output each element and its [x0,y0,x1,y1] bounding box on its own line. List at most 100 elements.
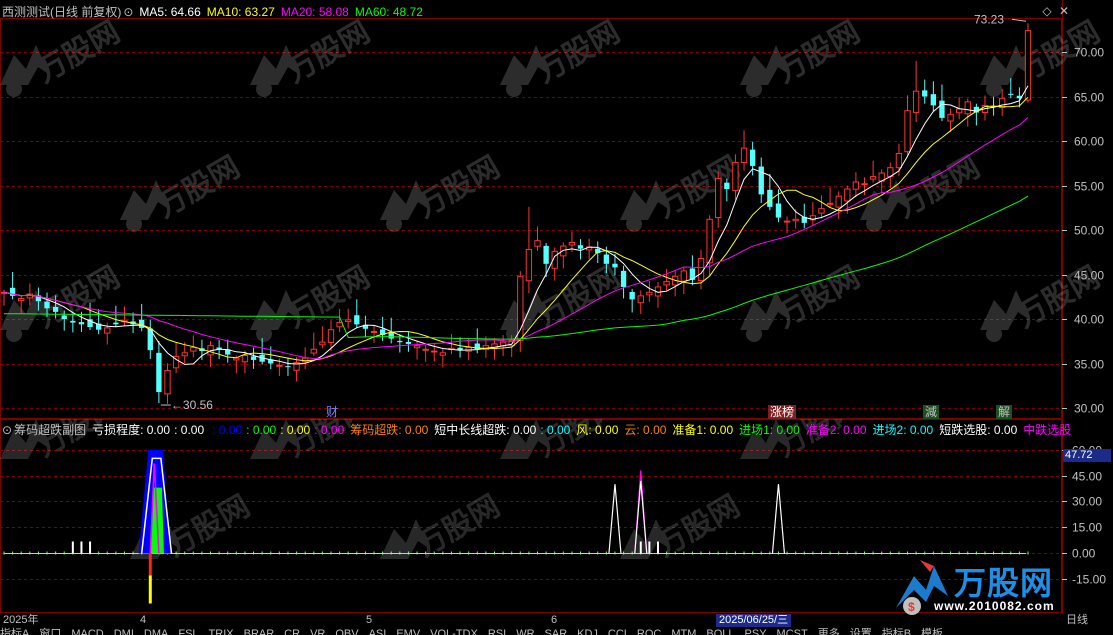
candlestick[interactable] [964,98,971,127]
toolbar-item[interactable]: TRIX [209,628,234,635]
close-icon[interactable]: ✕ [1057,4,1071,18]
candlestick[interactable] [852,172,860,198]
toolbar-item[interactable]: CCI [608,628,627,635]
toolbar-item[interactable]: MCST [777,628,808,635]
candlestick[interactable] [930,81,937,112]
candlestick[interactable] [715,171,722,228]
candlestick[interactable] [422,344,429,362]
candlestick[interactable] [637,290,644,315]
candlestick[interactable] [543,242,549,277]
candlestick[interactable] [121,306,128,326]
toolbar-item[interactable]: 更多 [818,628,840,635]
toolbar-item[interactable]: VR [310,628,325,635]
watermark-icon: 万股网 [980,260,1105,342]
toolbar-item[interactable]: SAR [545,628,568,635]
price-chart[interactable]: 70.0065.0060.0055.0050.0045.0040.0035.00… [0,0,1113,419]
svg-text:万股网: 万股网 [531,15,625,89]
candlestick[interactable] [525,206,533,294]
toolbar-item[interactable]: 设置 [850,628,872,635]
candlestick[interactable] [689,255,696,286]
candlestick[interactable] [939,84,945,122]
toolbar-item[interactable]: KDJ [577,628,598,635]
candlestick[interactable] [629,288,635,313]
indicator-label: 短中长线超跌: 0.00 [434,423,537,437]
candlestick[interactable] [139,303,145,332]
event-tag-top-gainer[interactable]: 涨榜 [768,405,797,419]
toolbar-item[interactable]: PSY [745,628,767,635]
candlestick[interactable] [250,347,257,369]
candlestick[interactable] [259,338,265,365]
toolbar-item[interactable]: FSL [178,628,198,635]
toolbar-item[interactable]: DMI [114,628,134,635]
toolbar-item[interactable]: DMA [144,628,168,635]
candlestick[interactable] [672,270,679,297]
candlestick[interactable] [0,289,8,306]
candlestick[interactable] [740,130,748,171]
stock-title[interactable]: 西测测试(日线 前复权) [2,3,121,21]
candlestick[interactable] [869,160,877,183]
candlestick[interactable] [904,95,911,156]
candlestick[interactable] [457,337,463,358]
candlestick[interactable] [646,281,653,302]
candlestick[interactable] [809,201,817,225]
candlestick[interactable] [156,340,162,404]
toolbar-item[interactable]: ROC [637,628,661,635]
candlestick[interactable] [319,326,326,349]
candlestick[interactable] [147,319,153,359]
sub-menu-icon[interactable]: ⊙ [2,421,12,439]
toolbar-item[interactable]: 指标A [0,628,29,635]
candlestick[interactable] [663,269,670,291]
dropdown-icon[interactable]: ⊙ [123,3,133,21]
candlestick[interactable] [654,282,662,308]
candlestick[interactable] [560,242,567,269]
candlestick[interactable] [947,108,954,133]
candlestick[interactable] [225,339,231,363]
toolbar-item[interactable]: ASI [369,628,387,635]
candlestick[interactable] [758,157,764,204]
toolbar-item[interactable]: EMV [396,628,420,635]
candlestick[interactable] [585,238,593,260]
svg-text:万股网: 万股网 [281,260,375,334]
toolbar-item[interactable]: MTM [671,628,696,635]
candlestick[interactable] [370,325,378,343]
sub-title[interactable]: 筹码超跌副图 [14,421,86,439]
toolbar-item[interactable]: CR [284,628,300,635]
toolbar-item[interactable]: BOLL [706,628,734,635]
candlestick[interactable] [826,187,834,208]
candlestick[interactable] [1024,23,1032,103]
candlestick[interactable] [912,60,920,123]
candlestick[interactable] [310,332,317,356]
toolbar-item[interactable]: OBV [335,628,358,635]
candlestick[interactable] [413,341,421,360]
toolbar-item[interactable]: 指标B [882,628,911,635]
candlestick[interactable] [620,265,627,299]
toolbar-item[interactable]: BRAR [244,628,275,635]
toolbar-item[interactable]: VOL-TDX [430,628,478,635]
candlestick[interactable] [818,195,825,219]
candlestick[interactable] [293,357,300,382]
event-tag-finance[interactable]: 财 [324,405,340,419]
svg-text:万股网: 万股网 [161,489,255,563]
candlestick[interactable] [354,299,360,328]
toolbar-item[interactable]: MACD [71,628,103,635]
candlestick[interactable] [113,305,119,328]
candlestick[interactable] [922,79,928,104]
event-tag-reduce[interactable]: 減 [923,405,940,419]
toolbar-item[interactable]: WR [516,628,534,635]
candlestick[interactable] [405,332,412,352]
toolbar-item[interactable]: 模板 [921,628,943,635]
candlestick[interactable] [207,341,214,367]
candlestick[interactable] [835,191,842,219]
candlestick[interactable] [362,315,369,338]
candlestick[interactable] [9,272,16,300]
toolbar-item[interactable]: 窗口 [39,628,61,635]
svg-text:万股网: 万股网 [151,150,245,224]
diamond-icon[interactable]: ◇ [1040,4,1054,18]
candlestick[interactable] [164,363,171,404]
candlestick[interactable] [767,173,773,211]
event-tag-unlock[interactable]: 解 [996,405,1013,419]
candlestick[interactable] [345,308,352,329]
candlestick[interactable] [285,357,291,376]
toolbar-item[interactable]: RSI [488,628,506,635]
candlestick[interactable] [973,103,980,126]
